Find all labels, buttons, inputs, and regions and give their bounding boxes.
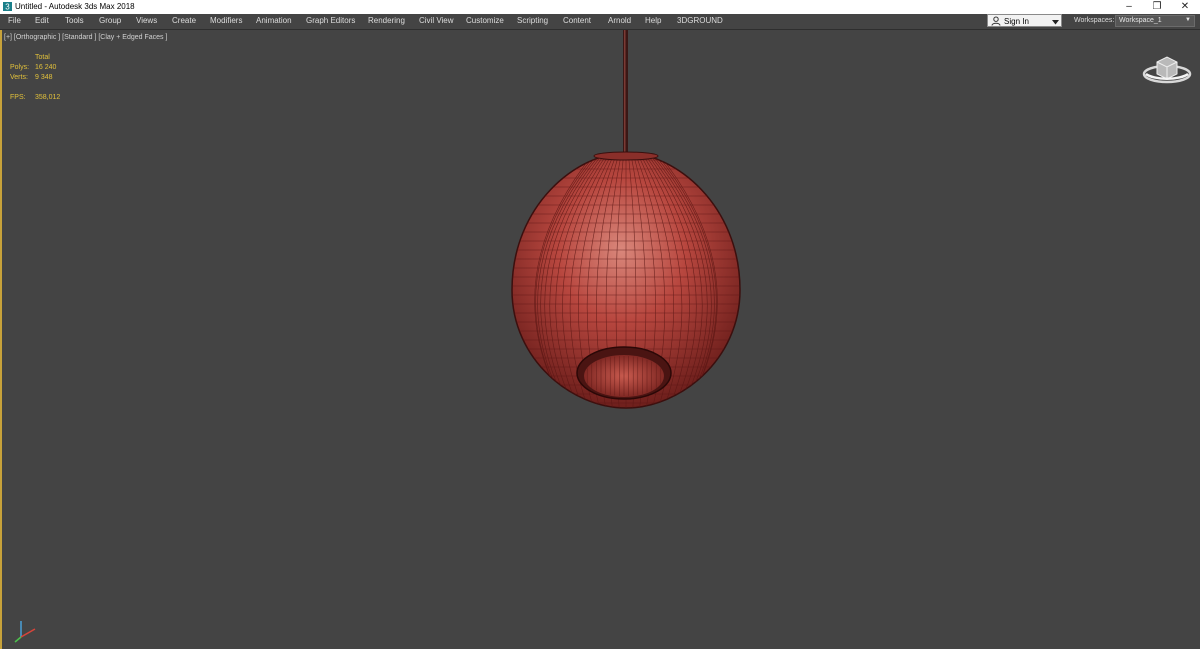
menu-file[interactable]: File: [8, 14, 21, 29]
stats-verts-label: Verts:: [10, 74, 28, 81]
stats-fps-label: FPS:: [10, 94, 26, 101]
workspace-select[interactable]: Workspace_1 ▼: [1115, 15, 1195, 27]
svg-text:3: 3: [5, 3, 10, 12]
menu-graph-editors[interactable]: Graph Editors: [306, 14, 355, 29]
app-icon: 3: [3, 2, 12, 11]
stats-polys-label: Polys:: [10, 64, 30, 71]
viewport-label[interactable]: [+] [Orthographic ] [Standard ] [Clay + …: [4, 34, 167, 41]
workspaces-label: Workspaces:: [1074, 17, 1115, 24]
chevron-down-icon: [1052, 18, 1059, 27]
stats-total-label: Total: [35, 54, 50, 61]
menu-modifiers[interactable]: Modifiers: [210, 14, 242, 29]
title-bar: 3 Untitled - Autodesk 3ds Max 2018 – ❐ ✕: [0, 0, 1200, 14]
menu-views[interactable]: Views: [136, 14, 157, 29]
menu-arnold[interactable]: Arnold: [608, 14, 631, 29]
menu-scripting[interactable]: Scripting: [517, 14, 548, 29]
minimize-icon[interactable]: –: [1115, 0, 1143, 14]
restore-icon[interactable]: ❐: [1143, 0, 1171, 14]
menu-create[interactable]: Create: [172, 14, 196, 29]
chevron-down-icon: ▼: [1185, 17, 1191, 23]
workspace-value: Workspace_1: [1119, 17, 1162, 24]
menu-help[interactable]: Help: [645, 14, 661, 29]
menu-tools[interactable]: Tools: [65, 14, 84, 29]
stats-fps-value: 358,012: [35, 94, 61, 101]
window-title: Untitled - Autodesk 3ds Max 2018: [15, 2, 135, 11]
stats-verts-value: 9 348: [35, 74, 53, 81]
menu-3dground[interactable]: 3DGROUND: [677, 14, 723, 29]
close-icon[interactable]: ✕: [1171, 0, 1199, 14]
sign-in-label: Sign In: [1004, 17, 1029, 26]
menu-customize[interactable]: Customize: [466, 14, 504, 29]
menu-content[interactable]: Content: [563, 14, 591, 29]
menu-group[interactable]: Group: [99, 14, 121, 29]
user-icon: [991, 16, 1001, 26]
stats-polys-value: 16 240: [35, 64, 57, 71]
menu-rendering[interactable]: Rendering: [368, 14, 405, 29]
axis-tripod-icon: [14, 621, 36, 643]
menu-civil-view[interactable]: Civil View: [419, 14, 454, 29]
menu-edit[interactable]: Edit: [35, 14, 49, 29]
menu-animation[interactable]: Animation: [256, 14, 292, 29]
pendant-lamp-model[interactable]: [495, 30, 755, 420]
sign-in-dropdown[interactable]: Sign In: [987, 14, 1062, 27]
viewcube-icon[interactable]: [1141, 54, 1193, 86]
